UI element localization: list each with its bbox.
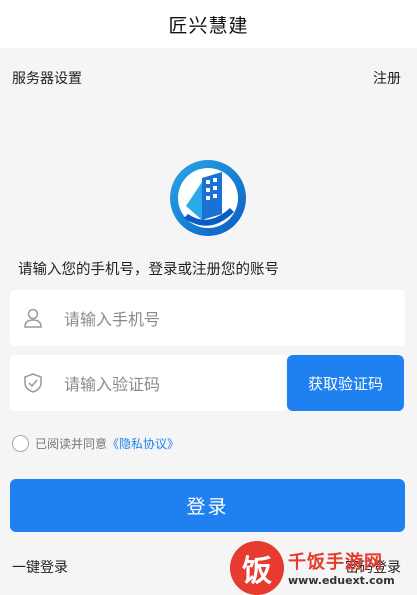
app-logo [168, 158, 248, 238]
privacy-agreement: 已阅读并同意 《隐私协议》 [12, 435, 179, 452]
privacy-link[interactable]: 《隐私协议》 [107, 435, 179, 452]
shield-check-icon [23, 373, 43, 393]
agree-text: 已阅读并同意 [35, 437, 108, 451]
login-button[interactable]: 登录 [10, 479, 405, 532]
verification-code-field[interactable]: 请输入验证码 [10, 355, 286, 411]
app-header: 匠兴慧建 [0, 0, 417, 48]
watermark-url: www.eduext.com [288, 574, 395, 587]
watermark-logo: 饭 [230, 540, 284, 595]
register-link[interactable]: 注册 [373, 68, 401, 88]
phone-field[interactable]: 请输入手机号 [10, 290, 405, 346]
login-prompt: 请输入您的手机号，登录或注册您的账号 [18, 262, 279, 278]
top-bar: 服务器设置 注册 [0, 58, 417, 98]
get-code-button[interactable]: 获取验证码 [287, 355, 404, 411]
watermark-name: 千饭手游网 [288, 552, 383, 573]
agree-radio[interactable] [12, 435, 29, 452]
phone-placeholder: 请输入手机号 [64, 310, 161, 329]
server-settings-link[interactable]: 服务器设置 [12, 68, 82, 88]
one-click-login-link[interactable]: 一键登录 [12, 557, 68, 577]
watermark: 饭 千饭手游网 www.eduext.com [230, 540, 417, 595]
page-title: 匠兴慧建 [168, 14, 249, 37]
user-icon [23, 308, 43, 328]
code-placeholder: 请输入验证码 [64, 375, 161, 394]
